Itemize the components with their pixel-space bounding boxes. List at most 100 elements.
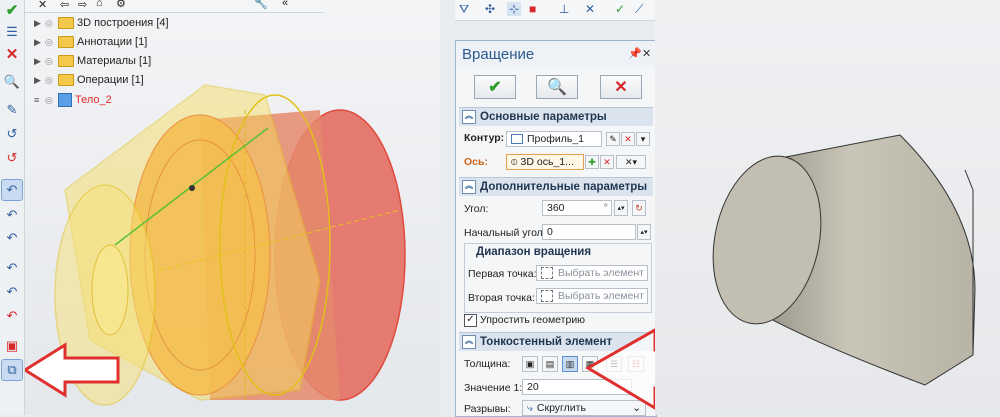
- start-angle-input[interactable]: 0: [542, 224, 636, 240]
- magnifier-icon: 🔍: [547, 79, 567, 96]
- revolve-3-icon[interactable]: ↶: [2, 258, 22, 278]
- cross-icon[interactable]: ✕: [585, 2, 595, 16]
- home-icon[interactable]: ⌂: [96, 0, 103, 9]
- revolve-1-icon[interactable]: ↶: [2, 205, 22, 225]
- angle-stepper[interactable]: ▴▾: [614, 200, 628, 216]
- revolve-2-icon[interactable]: ↶: [2, 228, 22, 248]
- forward-icon[interactable]: ⇨: [78, 0, 87, 11]
- expand-icon[interactable]: ▶: [34, 75, 42, 86]
- tree-item-body[interactable]: ≡ ◎ Тело_2: [34, 91, 112, 109]
- remove-icon[interactable]: ✕: [621, 132, 635, 146]
- tree-item[interactable]: ▶ ◎ Операции [1]: [34, 71, 144, 89]
- back-icon[interactable]: ⇦: [60, 0, 69, 11]
- tree-item-label: Аннотации [1]: [77, 36, 148, 48]
- settings-icon[interactable]: ⚙: [116, 0, 126, 10]
- close-icon[interactable]: ✕: [642, 47, 651, 60]
- expand-icon[interactable]: ▶: [34, 18, 42, 29]
- ok-button[interactable]: ✔: [474, 75, 516, 99]
- axis-icon: ⦶: [511, 156, 518, 167]
- tree-item[interactable]: ▶ ◎ Аннотации [1]: [34, 33, 147, 51]
- body-icon: [58, 93, 72, 107]
- solid-icon[interactable]: ▣: [2, 336, 22, 356]
- revolve-4-icon[interactable]: ↶: [2, 282, 22, 302]
- reverse-direction-icon[interactable]: ↻: [632, 200, 646, 216]
- expand-icon[interactable]: ▶: [34, 37, 42, 48]
- wrench-icon[interactable]: 🔧: [254, 0, 268, 10]
- profile-icon: [511, 134, 523, 144]
- chevron-down-icon[interactable]: ▾: [636, 132, 650, 146]
- chevron-up-icon[interactable]: ︽: [462, 180, 476, 194]
- magnifier-icon[interactable]: 🔍: [2, 72, 22, 92]
- snap-icon[interactable]: ✣: [485, 2, 495, 16]
- eye-icon[interactable]: ◎: [45, 75, 55, 86]
- rotate-cut-icon[interactable]: ↺: [2, 148, 22, 168]
- section-extra-params[interactable]: ︽ Дополнительные параметры: [459, 177, 653, 196]
- folder-icon: [58, 55, 74, 67]
- section-main-params[interactable]: ︽ Основные параметры: [459, 107, 653, 126]
- check-icon: ✔: [488, 79, 502, 96]
- axis-value: 3D ось_1...: [520, 156, 574, 168]
- close-icon[interactable]: ✕: [38, 0, 47, 11]
- thin-wall-icon[interactable]: ⧉: [1, 359, 23, 381]
- axis-options-icon[interactable]: ✕▾: [616, 155, 646, 169]
- first-point-placeholder: Выбрать элемент: [558, 267, 644, 279]
- axis-field[interactable]: ⦶ 3D ось_1...: [506, 154, 584, 170]
- right-3d-viewport[interactable]: [655, 0, 1000, 415]
- rectangle-icon[interactable]: ■: [529, 2, 536, 16]
- pin-icon[interactable]: 📌: [628, 47, 642, 60]
- eye-icon[interactable]: ◎: [45, 95, 55, 106]
- eye-icon[interactable]: ◎: [45, 37, 55, 48]
- folder-icon: [58, 36, 74, 48]
- expand-icon[interactable]: ▶: [34, 56, 42, 67]
- cancel-icon[interactable]: ✕: [2, 44, 22, 64]
- revolve-5-icon[interactable]: ↶: [2, 306, 22, 326]
- apply-icon[interactable]: ✓: [615, 2, 625, 16]
- list-settings-icon[interactable]: ☰: [2, 22, 22, 42]
- result-body-graphic: [712, 134, 976, 386]
- section-title: Дополнительные параметры: [480, 181, 648, 193]
- tree-item-label: Тело_2: [75, 94, 112, 106]
- revolve-icon[interactable]: ↶: [1, 179, 23, 201]
- folder-icon: [58, 74, 74, 86]
- tree-item[interactable]: ▶ ◎ Материалы [1]: [34, 52, 151, 70]
- vertex-icon[interactable]: ⟋: [635, 2, 643, 17]
- eye-icon[interactable]: ◎: [45, 56, 55, 67]
- rotate-icon[interactable]: ↺: [2, 124, 22, 144]
- first-point-field[interactable]: Выбрать элемент: [536, 265, 648, 281]
- chevron-up-icon[interactable]: ︽: [462, 110, 476, 124]
- dialog-title-text: Вращение: [462, 45, 535, 63]
- simplify-checkbox[interactable]: ✓: [464, 314, 477, 327]
- thickness-out-icon[interactable]: ▤: [542, 356, 558, 372]
- axis-icon[interactable]: ⊥: [559, 2, 569, 16]
- value1-value: 20: [527, 381, 539, 393]
- tree-item[interactable]: ▶ ◎ 3D построения [4]: [34, 14, 169, 32]
- start-angle-stepper[interactable]: ▴▾: [637, 224, 651, 240]
- contour-field[interactable]: Профиль_1: [506, 131, 602, 147]
- select-icon[interactable]: ⊹: [507, 2, 522, 16]
- preview-button[interactable]: 🔍: [536, 75, 578, 99]
- dialog-title: Вращение: [456, 41, 656, 67]
- breaks-label: Разрывы:: [464, 403, 511, 415]
- tree-item-label: Операции [1]: [77, 74, 144, 86]
- collapse-icon[interactable]: «: [282, 0, 288, 9]
- left-vertical-toolbar: ✔ ☰ ✕ 🔍 ✎ ↺ ↺ ↶ ↶ ↶ ↶ ↶ ↶ ▣ ⧉: [0, 0, 25, 415]
- select-element-icon: [541, 267, 553, 279]
- angle-unit: °: [603, 202, 608, 214]
- angle-input[interactable]: 360 °: [542, 200, 612, 216]
- filter-icon[interactable]: ⛛: [459, 2, 469, 17]
- range-title: Диапазон вращения: [476, 246, 592, 258]
- remove-icon[interactable]: ✕: [600, 155, 614, 169]
- thickness-solid-icon[interactable]: ▣: [522, 356, 538, 372]
- tree-item-label: 3D построения [4]: [77, 17, 169, 29]
- sketch-icon[interactable]: ✎: [2, 100, 22, 120]
- add-icon[interactable]: ✚: [585, 155, 599, 169]
- edit-icon[interactable]: ✎: [606, 132, 620, 146]
- eye-icon[interactable]: ◎: [45, 18, 55, 29]
- second-point-field[interactable]: Выбрать элемент: [536, 288, 648, 304]
- contour-label: Контур:: [464, 132, 505, 144]
- chevron-up-icon[interactable]: ︽: [462, 335, 476, 349]
- check-icon[interactable]: ✔: [2, 0, 22, 20]
- second-point-placeholder: Выбрать элемент: [558, 290, 644, 302]
- cancel-button[interactable]: ✕: [600, 75, 642, 99]
- fillet-icon: ⤷: [527, 401, 533, 414]
